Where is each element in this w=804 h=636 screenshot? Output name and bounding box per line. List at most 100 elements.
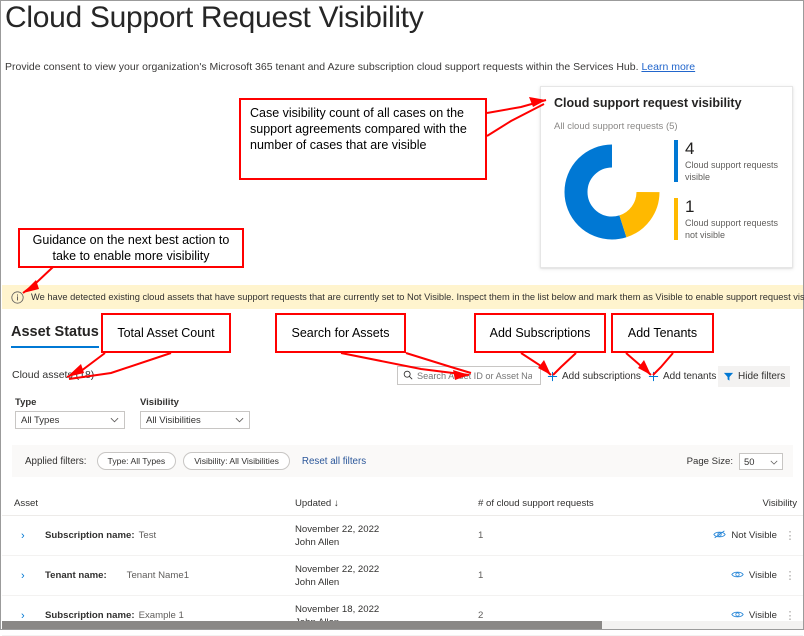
- column-header-visibility[interactable]: Visibility: [681, 498, 803, 509]
- info-circle-icon: [11, 290, 24, 304]
- add-tenants-label: Add tenants: [663, 371, 717, 382]
- visibility-filter-field: Visibility All Visibilities: [140, 397, 250, 429]
- visibility-status-label: Visible: [748, 610, 777, 621]
- hide-filters-button[interactable]: Hide filters: [718, 366, 791, 387]
- cell-request-count: 1: [478, 530, 681, 541]
- visibility-status-label: Visible: [748, 570, 777, 581]
- cell-visibility: Not Visible ⋮: [681, 529, 803, 543]
- row-more-options-icon[interactable]: ⋮: [783, 569, 797, 582]
- asset-name-value: Example 1: [138, 610, 184, 621]
- cloud-assets-count: Cloud assets (18): [12, 369, 95, 381]
- column-header-request-count[interactable]: # of cloud support requests: [478, 498, 681, 509]
- assets-table: Asset Updated ↓ # of cloud support reque…: [2, 491, 803, 636]
- legend-label-visible: Cloud support requests visible: [685, 160, 779, 182]
- cell-visibility: Visible ⋮: [681, 569, 803, 583]
- filter-icon: [723, 371, 734, 382]
- scrollbar-thumb[interactable]: [2, 621, 602, 629]
- legend-value-visible: 4: [685, 139, 695, 158]
- page-size-control: Page Size: 50: [687, 452, 783, 470]
- add-subscriptions-label: Add subscriptions: [562, 371, 641, 382]
- chevron-down-icon: [235, 415, 244, 426]
- annotation-case-visibility: Case visibility count of all cases on th…: [239, 98, 487, 180]
- table-header-row: Asset Updated ↓ # of cloud support reque…: [2, 491, 803, 516]
- donut-legend: 4 Cloud support requests visible 1 Cloud…: [674, 139, 786, 255]
- hide-filters-label: Hide filters: [738, 371, 786, 382]
- request-count-value: 2: [478, 610, 484, 621]
- annotation-search-for-assets-text: Search for Assets: [291, 326, 390, 340]
- chevron-right-icon[interactable]: ›: [21, 570, 37, 582]
- cell-updated: November 22, 2022 John Allen: [295, 523, 478, 549]
- type-filter-value: All Types: [21, 414, 60, 426]
- updated-by: John Allen: [295, 536, 340, 548]
- horizontal-scrollbar[interactable]: [2, 621, 803, 629]
- add-subscriptions-button[interactable]: Add subscriptions: [547, 367, 641, 386]
- filter-chip-visibility[interactable]: Visibility: All Visibilities: [183, 452, 290, 470]
- type-filter-label: Type: [15, 397, 37, 408]
- legend-color-swatch-visible: [674, 140, 678, 182]
- plus-icon: [547, 371, 558, 382]
- cell-request-count: 2: [478, 610, 681, 621]
- annotation-add-subscriptions: Add Subscriptions: [474, 313, 606, 353]
- column-header-asset[interactable]: Asset: [2, 498, 295, 509]
- annotation-case-visibility-text: Case visibility count of all cases on th…: [250, 106, 467, 152]
- visibility-filter-select[interactable]: All Visibilities: [140, 411, 250, 429]
- chevron-right-icon[interactable]: ›: [21, 610, 37, 622]
- asset-type-label: Subscription name:: [45, 530, 135, 541]
- legend-color-swatch-not-visible: [674, 198, 678, 240]
- cell-request-count: 1: [478, 570, 681, 581]
- cell-asset: › Subscription name: Example 1: [2, 610, 295, 622]
- cell-asset: › Subscription name: Test: [2, 530, 295, 542]
- donut-chart-svg: [564, 144, 660, 240]
- legend-item-not-visible: 1 Cloud support requests not visible: [674, 197, 786, 241]
- search-icon: [403, 367, 417, 385]
- asset-name-value: Tenant Name1: [126, 570, 190, 581]
- visibility-status-label: Not Visible: [731, 530, 777, 541]
- sort-descending-icon: ↓: [333, 497, 339, 509]
- filter-chip-type[interactable]: Type: All Types: [96, 452, 177, 470]
- legend-item-visible: 4 Cloud support requests visible: [674, 139, 786, 183]
- annotation-total-asset-count: Total Asset Count: [101, 313, 231, 353]
- chevron-down-icon: [110, 415, 119, 426]
- chevron-right-icon[interactable]: ›: [21, 530, 37, 542]
- legend-label-not-visible: Cloud support requests not visible: [685, 218, 779, 240]
- learn-more-link[interactable]: Learn more: [641, 61, 695, 73]
- card-subtitle: All cloud support requests (5): [554, 121, 678, 132]
- add-tenants-button[interactable]: Add tenants: [648, 367, 716, 386]
- page-title: Cloud Support Request Visibility: [5, 1, 424, 34]
- reset-all-filters-link[interactable]: Reset all filters: [302, 456, 366, 467]
- table-row[interactable]: › Subscription name: Test November 22, 2…: [2, 516, 803, 556]
- request-count-value: 1: [478, 530, 484, 541]
- asset-type-label: Subscription name:: [45, 610, 135, 621]
- table-row[interactable]: › Tenant name: Tenant Name1 November 22,…: [2, 556, 803, 596]
- row-more-options-icon[interactable]: ⋮: [783, 529, 797, 542]
- applied-filters-bar: Applied filters: Type: All Types Visibil…: [12, 445, 793, 477]
- asset-name-value: Test: [138, 530, 157, 541]
- visibility-filter-label: Visibility: [140, 397, 179, 408]
- donut-chart: [563, 143, 661, 241]
- column-header-updated-label: Updated: [295, 497, 332, 509]
- applied-filters-label: Applied filters:: [25, 455, 87, 467]
- annotation-total-asset-count-text: Total Asset Count: [117, 326, 215, 340]
- tab-asset-status[interactable]: Asset Status: [11, 324, 99, 348]
- info-message-text: We have detected existing cloud assets t…: [31, 292, 804, 302]
- request-count-value: 1: [478, 570, 484, 581]
- page-size-value: 50: [744, 455, 755, 467]
- search-input[interactable]: [417, 370, 532, 381]
- column-header-updated[interactable]: Updated ↓: [295, 498, 478, 509]
- page-subtitle-text: Provide consent to view your organizatio…: [5, 61, 639, 73]
- legend-value-not-visible: 1: [685, 197, 695, 216]
- eye-icon: [731, 569, 744, 583]
- tab-list: Asset Status: [11, 323, 99, 348]
- search-asset-box[interactable]: [397, 366, 541, 385]
- table-row[interactable]: › Subscription name: Example 1 November …: [2, 596, 803, 636]
- updated-date: November 22, 2022: [295, 563, 380, 575]
- cloud-support-request-visibility-card: Cloud support request visibility All clo…: [540, 86, 793, 268]
- type-filter-field: Type All Types: [15, 397, 125, 429]
- info-message-bar: We have detected existing cloud assets t…: [2, 285, 804, 309]
- eye-slash-icon: [713, 529, 726, 543]
- updated-by: John Allen: [295, 576, 340, 588]
- page-size-select[interactable]: 50: [739, 452, 783, 470]
- type-filter-select[interactable]: All Types: [15, 411, 125, 429]
- visibility-filter-value: All Visibilities: [146, 414, 201, 426]
- annotation-add-tenants: Add Tenants: [611, 313, 714, 353]
